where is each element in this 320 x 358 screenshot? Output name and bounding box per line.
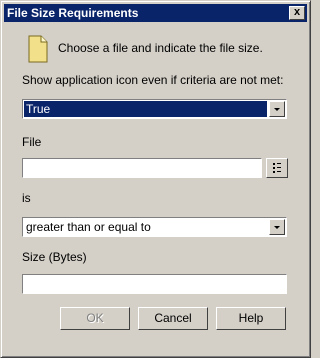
file-input[interactable] (22, 158, 262, 178)
close-icon: x (293, 6, 301, 18)
comparison-dropdown[interactable]: greater than or equal to (22, 217, 287, 237)
file-size-requirements-dialog: File Size Requirements x Choose a file a… (0, 0, 311, 358)
chevron-down-icon[interactable] (269, 101, 285, 117)
help-button[interactable]: Help (216, 307, 286, 330)
show-icon-value: True (24, 101, 267, 117)
browse-button[interactable] (266, 158, 288, 178)
browse-icon (273, 163, 281, 173)
close-button[interactable]: x (289, 6, 305, 20)
ok-button[interactable]: OK (60, 307, 130, 330)
chevron-down-icon[interactable] (269, 219, 285, 235)
cancel-button[interactable]: Cancel (138, 307, 208, 330)
comparison-value: greater than or equal to (26, 220, 151, 234)
dialog-title: File Size Requirements (7, 6, 139, 20)
file-label: File (22, 135, 42, 149)
title-bar[interactable]: File Size Requirements x (4, 4, 307, 22)
header-instructions: Choose a file and indicate the file size… (58, 41, 263, 55)
show-icon-label: Show application icon even if criteria a… (22, 73, 284, 87)
size-label: Size (Bytes) (22, 250, 87, 264)
show-icon-dropdown[interactable]: True (22, 99, 287, 119)
is-label: is (22, 191, 31, 205)
file-icon (28, 35, 48, 63)
size-input[interactable] (22, 274, 287, 294)
